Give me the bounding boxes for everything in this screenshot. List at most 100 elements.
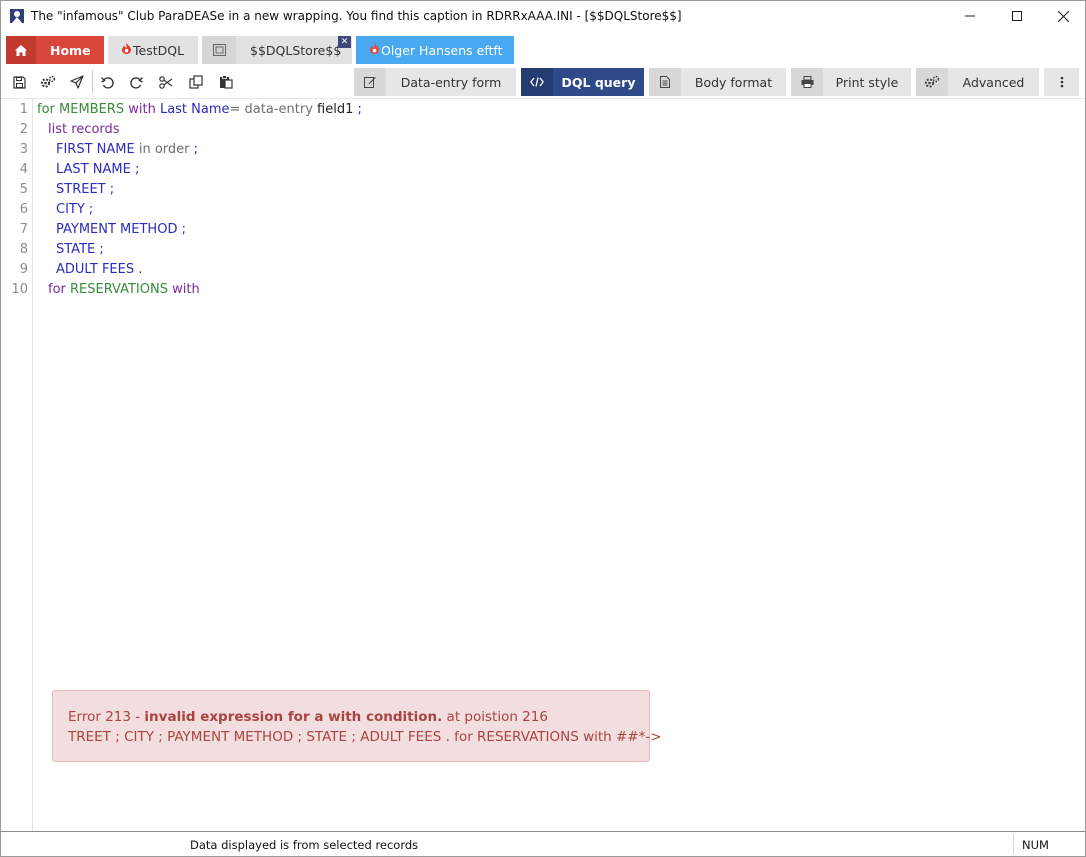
line-number: 8 <box>19 242 28 257</box>
home-icon <box>6 36 36 64</box>
line-number: 3 <box>19 142 28 157</box>
tab-data-entry-form-label: Data-entry form <box>400 74 502 90</box>
gears-icon <box>40 75 56 88</box>
code-icon <box>521 68 553 96</box>
redo-icon <box>129 76 143 89</box>
expression: = data-entry <box>229 102 318 117</box>
code-line-2: list records <box>48 122 120 137</box>
kebab-icon <box>1060 76 1063 88</box>
printer-icon <box>791 68 823 96</box>
undo-icon <box>100 76 114 89</box>
status-bar: Data displayed is from selected records … <box>1 831 1085 856</box>
document-tab-bar: Home TestDQL $$DQLStore$$ ✕ Olger Hansen… <box>1 31 1085 85</box>
status-text: Data displayed is from selected records <box>190 838 419 852</box>
tab-dqlstore[interactable]: $$DQLStore$$ ✕ <box>202 36 352 64</box>
keyword: in order <box>134 142 190 157</box>
separator: ; <box>130 162 140 177</box>
minimize-button[interactable] <box>947 1 993 31</box>
tab-testdql[interactable]: TestDQL <box>108 36 198 64</box>
document-icon <box>649 68 681 96</box>
line-number: 9 <box>19 262 28 277</box>
code-line-9: ADULT FEES . <box>56 262 142 277</box>
field-name: STATE <box>56 242 96 257</box>
line-number: 10 <box>11 282 28 297</box>
minimize-icon <box>965 15 975 17</box>
scissors-icon <box>159 75 173 89</box>
title-bar: The "infamous" Club ParaDEASe in a new w… <box>1 1 1085 31</box>
more-options-button[interactable] <box>1044 68 1079 96</box>
field-name: STREET <box>56 182 106 197</box>
tab-body-format[interactable]: Body format <box>649 68 786 96</box>
tab-print-style[interactable]: Print style <box>791 68 911 96</box>
settings-button[interactable] <box>35 69 61 95</box>
separator: ; <box>177 222 186 237</box>
close-tab-button[interactable]: ✕ <box>338 36 351 48</box>
table-name: MEMBERS <box>59 102 125 117</box>
field-name: FIRST NAME <box>56 142 135 157</box>
save-button[interactable] <box>6 69 32 95</box>
maximize-button[interactable] <box>994 1 1040 31</box>
error-code: Error 213 - <box>68 709 145 725</box>
line-number: 2 <box>19 122 28 137</box>
send-button[interactable] <box>64 69 90 95</box>
line-number: 7 <box>19 222 28 237</box>
separator: ; <box>189 142 199 157</box>
cut-button[interactable] <box>153 69 179 95</box>
tab-home[interactable]: Home <box>6 36 104 64</box>
tab-advanced[interactable]: Advanced <box>916 68 1039 96</box>
keyword: list <box>48 122 72 137</box>
tab-dql-query[interactable]: DQL query <box>521 68 644 96</box>
copy-button[interactable] <box>183 69 209 95</box>
editor-toolbar: Data-entry form DQL query Body format Pr… <box>1 65 1085 99</box>
tab-advanced-label: Advanced <box>962 74 1025 90</box>
error-description: invalid expression for a with condition. <box>144 709 443 725</box>
code-line-7: PAYMENT METHOD ; <box>56 222 186 237</box>
paste-icon <box>220 75 233 89</box>
send-icon <box>70 75 84 89</box>
error-position: at poistion 216 <box>442 709 548 725</box>
save-icon <box>12 75 26 89</box>
keyword: for <box>37 102 60 117</box>
field-name: CITY <box>56 202 85 217</box>
line-number: 4 <box>19 162 28 177</box>
flame-icon <box>122 43 131 57</box>
tab-home-label: Home <box>50 42 91 58</box>
code-line-4: LAST NAME ; <box>56 162 139 177</box>
keyword: with <box>167 282 200 297</box>
status-divider <box>1013 834 1014 854</box>
code-line-6: CITY ; <box>56 202 93 217</box>
error-message: Error 213 - invalid expression for a wit… <box>68 709 548 725</box>
tab-body-format-label: Body format <box>694 74 773 90</box>
field-name: PAYMENT METHOD <box>56 222 178 237</box>
window-title: The "infamous" Club ParaDEASe in a new w… <box>31 9 682 23</box>
code-line-10: for RESERVATIONS with <box>48 282 200 297</box>
toolbar-divider <box>92 70 93 94</box>
separator: ; <box>353 102 362 117</box>
field-name: LAST NAME <box>56 162 131 177</box>
close-window-button[interactable] <box>1040 1 1086 31</box>
separator: ; <box>95 242 104 257</box>
edit-icon <box>354 68 386 96</box>
error-alert: Error 213 - invalid expression for a wit… <box>52 690 662 762</box>
field-name: Last Name <box>159 102 230 117</box>
undo-button[interactable] <box>94 69 120 95</box>
tab-dql-query-label: DQL query <box>561 74 636 90</box>
redo-button[interactable] <box>123 69 149 95</box>
line-number-gutter: 1 2 3 4 5 6 7 8 9 10 <box>1 99 33 831</box>
keyword: with <box>124 102 160 117</box>
paste-button[interactable] <box>213 69 239 95</box>
tab-data-entry-form[interactable]: Data-entry form <box>354 68 516 96</box>
app-window: The "infamous" Club ParaDEASe in a new w… <box>0 0 1086 857</box>
tab-olger-hansens[interactable]: Olger Hansens eftft <box>356 36 514 64</box>
tab-olger-label: Olger Hansens eftft <box>381 42 503 58</box>
tab-print-style-label: Print style <box>835 74 899 90</box>
tab-testdql-label: TestDQL <box>133 42 185 58</box>
keyword: for <box>48 282 71 297</box>
gears-icon <box>916 68 948 96</box>
field-ref: field1 <box>317 102 354 117</box>
separator: ; <box>84 202 94 217</box>
line-number: 5 <box>19 182 28 197</box>
line-number: 1 <box>19 102 28 117</box>
keyword: records <box>71 122 120 137</box>
code-line-8: STATE ; <box>56 242 104 257</box>
